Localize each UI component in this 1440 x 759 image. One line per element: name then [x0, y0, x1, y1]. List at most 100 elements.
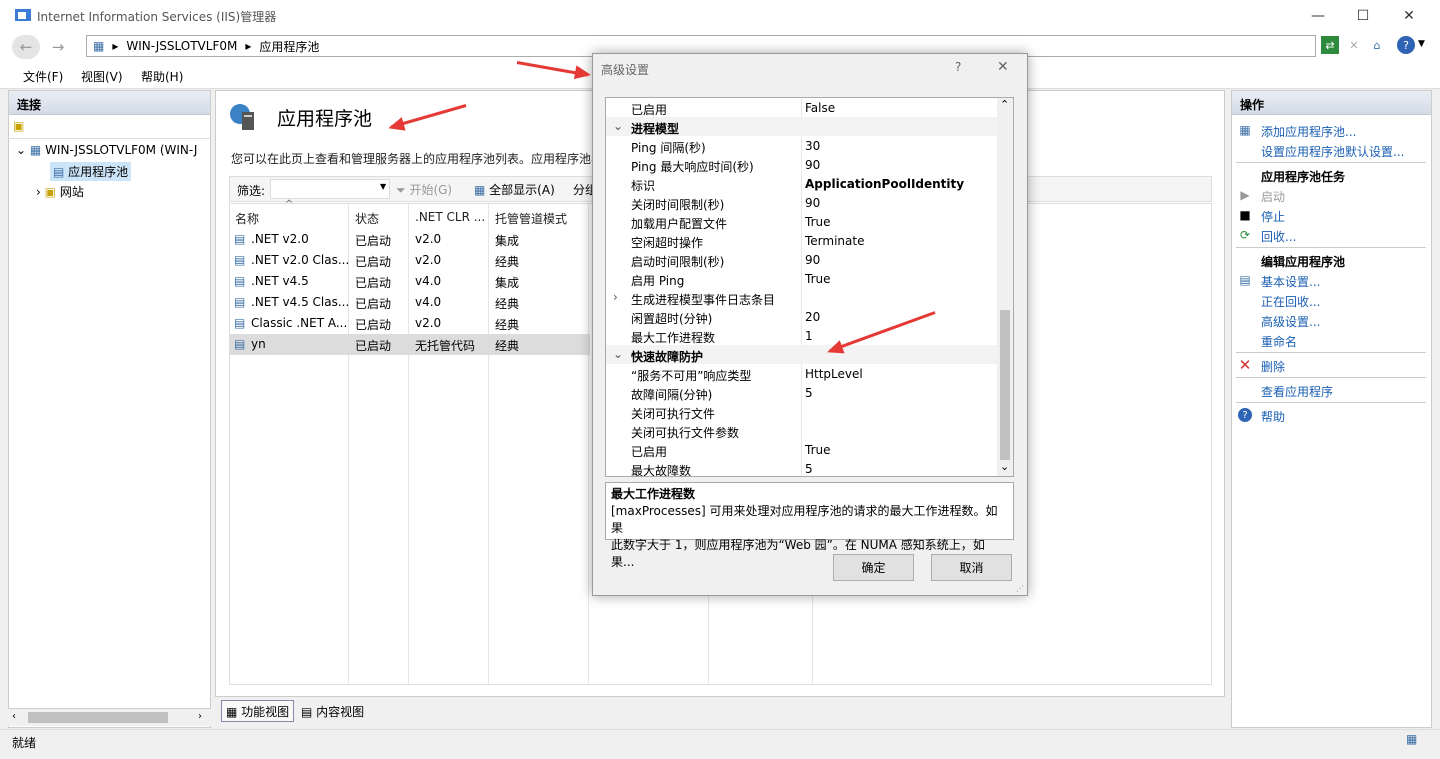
- set-defaults-link[interactable]: 设置应用程序池默认设置...: [1261, 143, 1404, 160]
- view-applications-link[interactable]: 查看应用程序: [1261, 383, 1333, 400]
- table-row[interactable]: .NET v2.0 Clas... ▤ 已启动 v2.0 经典: [230, 250, 590, 271]
- breadcrumb-apppools[interactable]: 应用程序池: [259, 38, 319, 55]
- property-row[interactable]: Ping 最大响应时间(秒) 90: [606, 155, 998, 174]
- property-value[interactable]: 5: [805, 462, 813, 476]
- resize-grip-icon[interactable]: ⋰: [1016, 584, 1024, 593]
- dialog-help-button[interactable]: ?: [955, 60, 961, 74]
- maximize-button[interactable]: ☐: [1340, 0, 1386, 31]
- delete-link[interactable]: 删除: [1261, 358, 1285, 375]
- scroll-up-icon[interactable]: ⌃: [1000, 98, 1009, 111]
- property-value[interactable]: False: [805, 101, 835, 115]
- close-window-button[interactable]: ✕: [1386, 0, 1432, 31]
- property-value[interactable]: ApplicationPoolIdentity: [805, 177, 964, 191]
- menu-view[interactable]: 视图(V): [81, 68, 123, 85]
- show-all-button[interactable]: ▦ 全部显示(A): [474, 181, 555, 198]
- ok-button[interactable]: 确定: [833, 554, 914, 581]
- property-value[interactable]: 90: [805, 158, 820, 172]
- property-value[interactable]: True: [805, 272, 831, 286]
- start-filter-button[interactable]: ⏷ 开始(G): [396, 181, 452, 198]
- collapse-icon[interactable]: ⌄: [613, 347, 623, 361]
- dialog-close-button[interactable]: ✕: [997, 59, 1009, 75]
- tree-apppools[interactable]: ▤ 应用程序池: [50, 162, 132, 181]
- scroll-thumb[interactable]: [28, 712, 168, 723]
- rename-link[interactable]: 重命名: [1261, 333, 1297, 350]
- property-row[interactable]: 关闭可执行文件参数: [606, 421, 998, 440]
- advanced-settings-link[interactable]: 高级设置...: [1261, 313, 1320, 330]
- column-header-clr[interactable]: .NET CLR ...: [415, 210, 485, 224]
- property-value[interactable]: 90: [805, 253, 820, 267]
- tab-content-view[interactable]: ▤ 内容视图: [301, 703, 364, 720]
- table-row[interactable]: .NET v4.5 Clas... ▤ 已启动 v4.0 经典: [230, 292, 590, 313]
- property-row[interactable]: “服务不可用”响应类型 HttpLevel: [606, 364, 998, 383]
- connections-scrollbar[interactable]: ‹ ›: [8, 708, 211, 726]
- column-header-status[interactable]: 状态: [355, 210, 379, 227]
- connect-icon[interactable]: ▣: [13, 119, 24, 133]
- collapse-icon[interactable]: ⌄: [16, 143, 26, 157]
- property-row[interactable]: 闲置超时(分钟) 20: [606, 307, 998, 326]
- breadcrumb-server[interactable]: WIN-JSSLOTVLF0M: [126, 39, 237, 53]
- filter-dropdown-icon[interactable]: ▼: [380, 182, 386, 191]
- tree-sites[interactable]: › ▣ 网站: [36, 183, 84, 200]
- property-value[interactable]: True: [805, 443, 831, 457]
- property-row[interactable]: 关闭时间限制(秒) 90: [606, 193, 998, 212]
- property-row[interactable]: 最大故障数 5: [606, 459, 998, 476]
- property-row[interactable]: 已启用 True: [606, 440, 998, 459]
- add-apppool-link[interactable]: 添加应用程序池...: [1261, 123, 1356, 140]
- property-row[interactable]: 启用 Ping True: [606, 269, 998, 288]
- column-header-name[interactable]: 名称: [235, 210, 259, 227]
- scroll-left-icon[interactable]: ‹: [12, 711, 16, 722]
- property-value[interactable]: 1: [805, 329, 813, 343]
- property-row[interactable]: 加载用户配置文件 True: [606, 212, 998, 231]
- property-row[interactable]: 故障间隔(分钟) 5: [606, 383, 998, 402]
- tree-server[interactable]: ⌄ ▦ WIN-JSSLOTVLF0M (WIN-J: [16, 143, 197, 157]
- stop-link[interactable]: 停止: [1261, 208, 1285, 225]
- property-row[interactable]: Ping 间隔(秒) 30: [606, 136, 998, 155]
- property-value[interactable]: 5: [805, 386, 813, 400]
- expand-icon[interactable]: ›: [613, 290, 618, 304]
- help-icon[interactable]: ?: [1397, 36, 1415, 54]
- recycling-link[interactable]: 正在回收...: [1261, 293, 1320, 310]
- property-row[interactable]: 启动时间限制(秒) 90: [606, 250, 998, 269]
- collapse-icon[interactable]: ⌄: [613, 119, 623, 133]
- recycle-link[interactable]: 回收...: [1261, 228, 1296, 245]
- scroll-thumb[interactable]: [1000, 310, 1010, 460]
- minimize-button[interactable]: —: [1295, 0, 1341, 31]
- back-button[interactable]: ←: [12, 35, 40, 59]
- property-row[interactable]: 关闭可执行文件: [606, 402, 998, 421]
- scroll-down-icon[interactable]: ⌄: [1000, 460, 1009, 473]
- property-value[interactable]: 90: [805, 196, 820, 210]
- property-row[interactable]: 已启用 False: [606, 98, 998, 117]
- stop-icon[interactable]: ✕: [1345, 36, 1363, 54]
- property-value[interactable]: Terminate: [805, 234, 864, 248]
- property-row[interactable]: 最大工作进程数 1: [606, 326, 998, 345]
- table-row[interactable]: yn ▤ 已启动 无托管代码 经典: [230, 334, 590, 355]
- menu-file[interactable]: 文件(F): [23, 68, 63, 85]
- property-value[interactable]: True: [805, 215, 831, 229]
- help-link[interactable]: 帮助: [1261, 408, 1285, 425]
- menu-help[interactable]: 帮助(H): [141, 68, 183, 85]
- filter-input[interactable]: [270, 179, 390, 199]
- property-category[interactable]: ⌄ 进程模型: [606, 117, 998, 136]
- property-row[interactable]: 标识 ApplicationPoolIdentity: [606, 174, 998, 193]
- refresh-icon[interactable]: ⇄: [1321, 36, 1339, 54]
- property-row[interactable]: 空闲超时操作 Terminate: [606, 231, 998, 250]
- basic-settings-link[interactable]: 基本设置...: [1261, 273, 1320, 290]
- property-value[interactable]: 30: [805, 139, 820, 153]
- tab-feature-view[interactable]: ▦ 功能视图: [221, 700, 295, 722]
- property-value[interactable]: HttpLevel: [805, 367, 863, 381]
- property-scrollbar[interactable]: ⌃ ⌄: [997, 98, 1013, 476]
- property-category[interactable]: ⌄ 快速故障防护: [606, 345, 998, 364]
- property-value[interactable]: 20: [805, 310, 820, 324]
- start-link[interactable]: 启动: [1261, 188, 1285, 205]
- cancel-button[interactable]: 取消: [931, 554, 1012, 581]
- help-dropdown-icon[interactable]: ▼: [1418, 39, 1425, 49]
- forward-button[interactable]: →: [44, 35, 72, 59]
- home-icon[interactable]: ⌂: [1368, 36, 1386, 54]
- table-row[interactable]: .NET v4.5 ▤ 已启动 v4.0 集成: [230, 271, 590, 292]
- scroll-right-icon[interactable]: ›: [198, 711, 202, 722]
- expand-icon[interactable]: ›: [36, 185, 41, 199]
- table-row[interactable]: Classic .NET A... ▤ 已启动 v2.0 经典: [230, 313, 590, 334]
- column-header-pipeline[interactable]: 托管管道模式: [495, 210, 567, 227]
- table-row[interactable]: .NET v2.0 ▤ 已启动 v2.0 集成: [230, 229, 590, 250]
- property-row[interactable]: › 生成进程模型事件日志条目: [606, 288, 998, 307]
